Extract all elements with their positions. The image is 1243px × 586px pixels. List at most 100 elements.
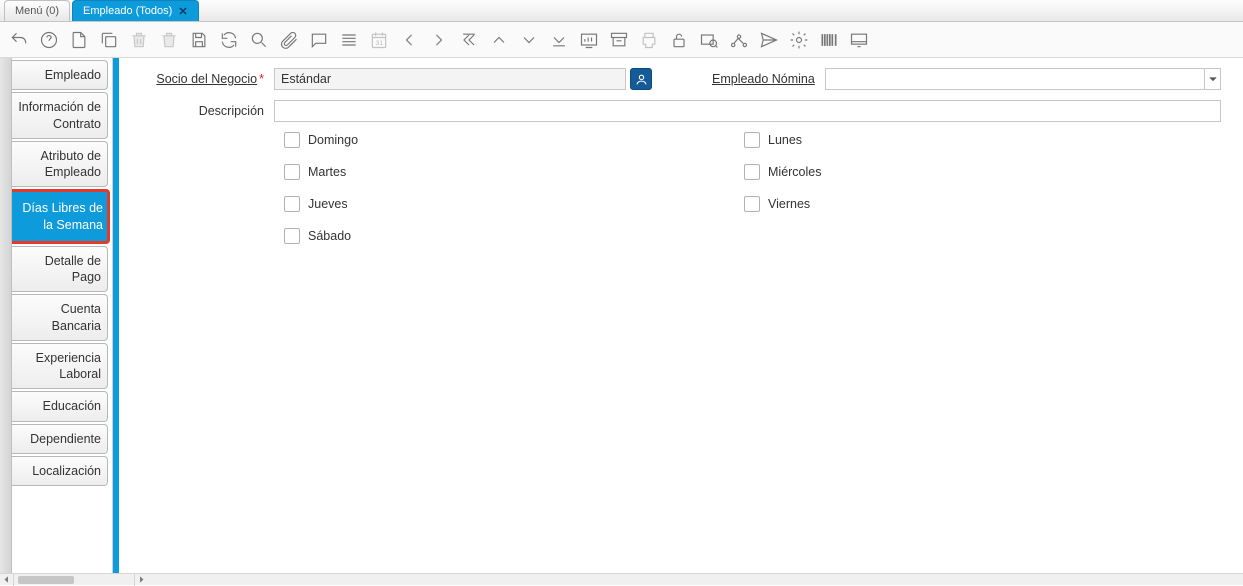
- sidebar-item-3[interactable]: Días Libres de la Semana: [12, 189, 110, 244]
- print-icon[interactable]: [638, 29, 660, 51]
- sidebar-item-5[interactable]: Cuenta Bancaria: [12, 294, 108, 341]
- delete2-icon: [158, 29, 180, 51]
- top-tabs: Menú (0) Empleado (Todos) ✕: [0, 0, 1243, 22]
- copy-icon[interactable]: [98, 29, 120, 51]
- checkbox-box[interactable]: [284, 164, 300, 180]
- tab-empleado-label: Empleado (Todos): [83, 5, 172, 17]
- sidebar-item-label: Experiencia Laboral: [18, 350, 101, 383]
- barcode-icon[interactable]: [818, 29, 840, 51]
- sidebar-container: Empleado Información de Contrato Atributo …: [0, 58, 113, 573]
- checkbox-box[interactable]: [744, 132, 760, 148]
- last-icon[interactable]: [548, 29, 570, 51]
- checkbox-box[interactable]: [284, 196, 300, 212]
- tab-empleado[interactable]: Empleado (Todos) ✕: [72, 0, 199, 21]
- checkbox-label: Martes: [308, 165, 346, 179]
- checkbox-box[interactable]: [744, 196, 760, 212]
- checkbox-lunes[interactable]: Lunes: [744, 132, 1164, 148]
- checkbox-label: Sábado: [308, 229, 351, 243]
- svg-text:31: 31: [376, 40, 384, 47]
- checkbox-sábado[interactable]: Sábado: [284, 228, 704, 244]
- app-body: Empleado Información de Contrato Atributo …: [0, 58, 1243, 573]
- sidebar-item-label: Atributo de Empleado: [18, 148, 101, 181]
- zoom-icon[interactable]: [698, 29, 720, 51]
- tab-menu-label: Menú (0): [15, 5, 59, 17]
- tab-menu[interactable]: Menú (0): [4, 0, 70, 21]
- label-descripcion: Descripción: [129, 104, 274, 118]
- sidebar-item-label: Educación: [43, 398, 101, 414]
- chat-icon[interactable]: [308, 29, 330, 51]
- sidebar-item-label: Empleado: [45, 67, 101, 83]
- content: Socio del Negocio Empleado Nómina Descri…: [119, 58, 1243, 573]
- label-empleado-nomina: Empleado Nómina: [712, 72, 825, 86]
- workflow-icon[interactable]: [728, 29, 750, 51]
- label-socio: Socio del Negocio: [129, 72, 274, 86]
- lock-icon[interactable]: [668, 29, 690, 51]
- sidebar-item-label: Detalle de Pago: [18, 253, 101, 286]
- help-icon[interactable]: [38, 29, 60, 51]
- up-icon[interactable]: [488, 29, 510, 51]
- sidebar-item-7[interactable]: Educación: [12, 391, 108, 421]
- sidebar-item-label: Días Libres de la Semana: [16, 200, 103, 233]
- save-icon[interactable]: [188, 29, 210, 51]
- sidebar-item-label: Cuenta Bancaria: [18, 301, 101, 334]
- row-descripcion: Descripción: [129, 100, 1221, 122]
- sidebar-grip[interactable]: [0, 58, 12, 573]
- new-icon[interactable]: [68, 29, 90, 51]
- checkbox-label: Viernes: [768, 197, 810, 211]
- checkbox-box[interactable]: [284, 228, 300, 244]
- sidebar: Empleado Información de Contrato Atributo …: [12, 58, 112, 573]
- sidebar-item-0[interactable]: Empleado: [12, 60, 108, 90]
- combo-empleado-nomina[interactable]: [825, 68, 1221, 90]
- sidebar-item-6[interactable]: Experiencia Laboral: [12, 343, 108, 390]
- input-socio[interactable]: [274, 68, 626, 90]
- button-socio-lookup[interactable]: [630, 68, 652, 90]
- scroll-right-icon[interactable]: [134, 574, 148, 586]
- refresh-icon[interactable]: [218, 29, 240, 51]
- delete-icon: [128, 29, 150, 51]
- checkbox-label: Miércoles: [768, 165, 822, 179]
- row-socio: Socio del Negocio Empleado Nómina: [129, 68, 1221, 90]
- close-icon[interactable]: ✕: [178, 5, 187, 18]
- content-container: Socio del Negocio Empleado Nómina Descri…: [113, 58, 1243, 573]
- input-descripcion[interactable]: [274, 100, 1221, 122]
- scroll-thumb[interactable]: [18, 576, 74, 584]
- checkbox-box[interactable]: [284, 132, 300, 148]
- sidebar-item-label: Información de Contrato: [18, 99, 101, 132]
- report-icon[interactable]: [578, 29, 600, 51]
- sidebar-item-1[interactable]: Información de Contrato: [12, 92, 108, 139]
- sidebar-item-label: Dependiente: [30, 431, 101, 447]
- checkbox-label: Jueves: [308, 197, 348, 211]
- checkbox-box[interactable]: [744, 164, 760, 180]
- checkbox-domingo[interactable]: Domingo: [284, 132, 704, 148]
- next-icon[interactable]: [428, 29, 450, 51]
- sidebar-item-2[interactable]: Atributo de Empleado: [12, 141, 108, 188]
- screen-icon[interactable]: [848, 29, 870, 51]
- checkbox-martes[interactable]: Martes: [284, 164, 704, 180]
- prev-icon[interactable]: [398, 29, 420, 51]
- sidebar-item-9[interactable]: Localización: [12, 456, 108, 486]
- archive-icon[interactable]: [608, 29, 630, 51]
- checkbox-jueves[interactable]: Jueves: [284, 196, 704, 212]
- chevron-down-icon[interactable]: [1204, 69, 1220, 89]
- search-icon[interactable]: [248, 29, 270, 51]
- checkbox-miércoles[interactable]: Miércoles: [744, 164, 1164, 180]
- list-icon[interactable]: [338, 29, 360, 51]
- toolbar: 31: [0, 22, 1243, 58]
- sidebar-item-8[interactable]: Dependiente: [12, 424, 108, 454]
- sidebar-item-label: Localización: [32, 463, 101, 479]
- days-grid: Domingo Lunes Martes Miércoles Jueves Viernes…: [284, 132, 1164, 244]
- attach-icon[interactable]: [278, 29, 300, 51]
- combo-empleado-input[interactable]: [826, 69, 1204, 89]
- down-icon[interactable]: [518, 29, 540, 51]
- checkbox-label: Domingo: [308, 133, 358, 147]
- horizontal-scrollbar[interactable]: [0, 573, 1243, 585]
- sidebar-item-4[interactable]: Detalle de Pago: [12, 246, 108, 293]
- checkbox-viernes[interactable]: Viernes: [744, 196, 1164, 212]
- checkbox-label: Lunes: [768, 133, 802, 147]
- undo-icon[interactable]: [8, 29, 30, 51]
- gear-icon[interactable]: [788, 29, 810, 51]
- calendar-icon[interactable]: 31: [368, 29, 390, 51]
- first-icon[interactable]: [458, 29, 480, 51]
- send-icon[interactable]: [758, 29, 780, 51]
- scroll-left-icon[interactable]: [0, 574, 14, 586]
